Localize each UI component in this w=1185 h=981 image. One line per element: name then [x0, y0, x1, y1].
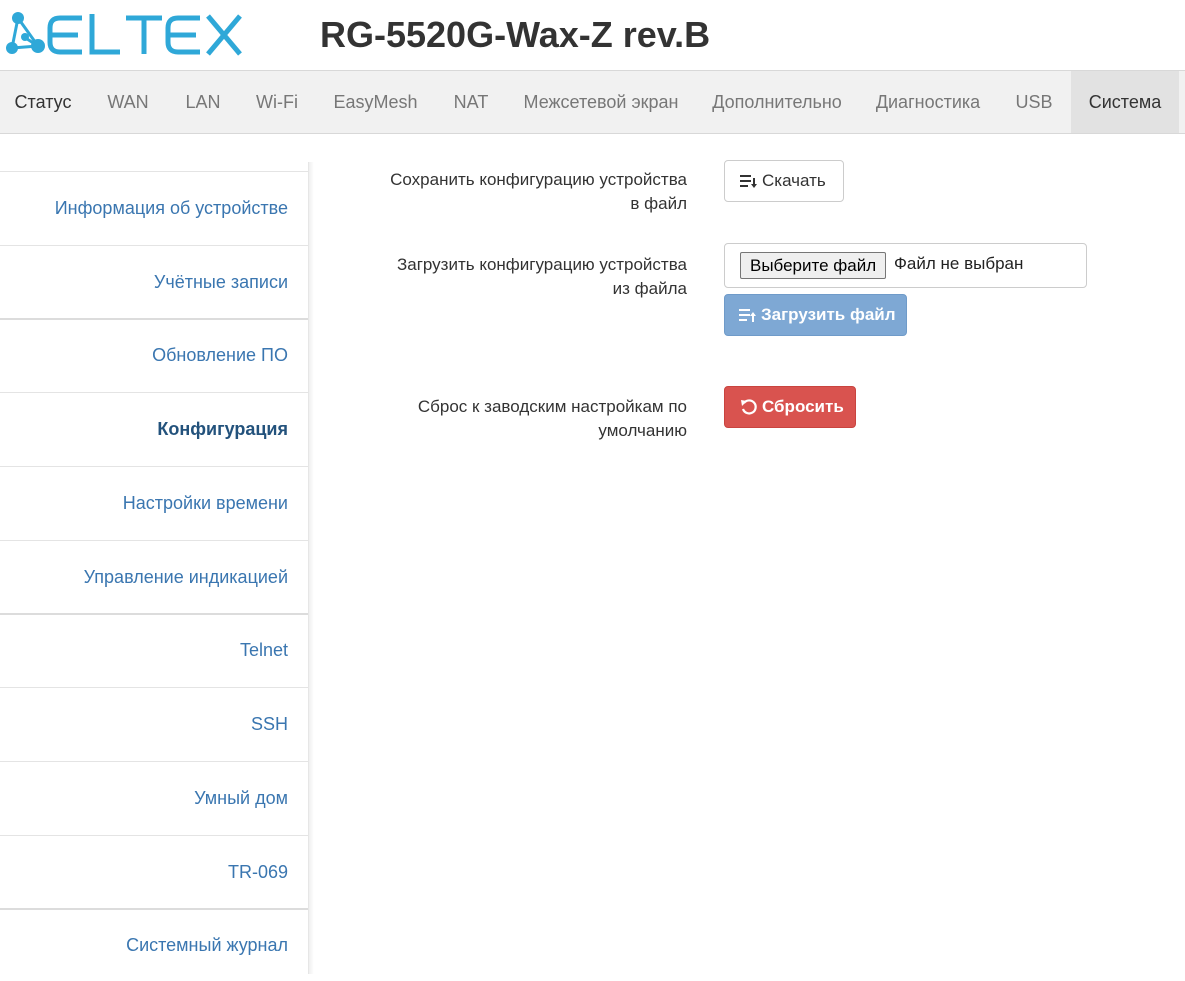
factory-reset-label-line2: умолчанию [598, 421, 687, 440]
save-config-label-line2: в файл [630, 194, 687, 213]
tab-wifi[interactable]: Wi-Fi [239, 71, 315, 133]
list-download-icon [740, 173, 758, 189]
file-input[interactable]: Выберите файл Файл не выбран [724, 243, 1087, 288]
sidebar-item-label: Умный дом [194, 787, 288, 808]
sidebar: Информация об устройстве Учётные записи … [0, 162, 309, 974]
sidebar-item-device-info[interactable]: Информация об устройстве [0, 171, 308, 244]
sidebar-item-label: Системный журнал [126, 935, 288, 955]
device-model-title: RG-5520G-Wax-Z rev.B [320, 14, 711, 55]
sidebar-item-tr069[interactable]: TR-069 [0, 835, 308, 908]
save-config-label: Сохранить конфигурацию устройства в файл [357, 168, 687, 216]
load-config-label: Загрузить конфигурацию устройства из фай… [357, 253, 687, 301]
factory-reset-button-label: Сбросить [762, 397, 844, 416]
sidebar-item-telnet[interactable]: Telnet [0, 613, 308, 686]
sidebar-item-label: Конфигурация [157, 418, 288, 439]
sidebar-item-smart-home[interactable]: Умный дом [0, 761, 308, 834]
load-config-label-line1: Загрузить конфигурацию устройства [396, 255, 687, 274]
sidebar-item-label: Учётные записи [153, 271, 288, 292]
sidebar-item-configuration[interactable]: Конфигурация [0, 392, 308, 465]
download-button-label: Скачать [762, 171, 826, 190]
sidebar-item-ssh[interactable]: SSH [0, 687, 308, 760]
sidebar-item-time-settings[interactable]: Настройки времени [0, 466, 308, 539]
sidebar-item-led-control[interactable]: Управление индикацией [0, 540, 308, 613]
tab-system[interactable]: Система [1071, 71, 1179, 133]
tab-status[interactable]: Статус [0, 71, 86, 133]
top-navigation: Статус WAN LAN Wi-Fi EasyMesh NAT Межсет… [0, 70, 1185, 134]
factory-reset-label-line1: Сброс к заводским настройкам по [417, 397, 687, 416]
factory-reset-label: Сброс к заводским настройкам по умолчани… [357, 395, 687, 443]
eltex-logo[interactable] [4, 6, 244, 60]
sidebar-item-label: SSH [250, 713, 288, 734]
tab-lan[interactable]: LAN [167, 71, 239, 133]
tab-diagnostics[interactable]: Диагностика [858, 71, 998, 133]
download-button[interactable]: Скачать [724, 160, 844, 202]
sidebar-item-label: Управление индикацией [83, 566, 288, 587]
save-config-label-line1: Сохранить конфигурацию устройства [390, 170, 687, 189]
undo-icon [740, 398, 758, 416]
factory-reset-button[interactable]: Сбросить [724, 386, 856, 428]
tab-advanced[interactable]: Дополнительно [696, 71, 858, 133]
tab-easymesh[interactable]: EasyMesh [315, 71, 436, 133]
sidebar-item-system-log[interactable]: Системный журнал [0, 908, 308, 981]
upload-file-button-label: Загрузить файл [761, 305, 896, 324]
load-config-label-line2: из файла [612, 279, 687, 298]
sidebar-item-label: Настройки времени [122, 492, 288, 513]
sidebar-item-label: TR-069 [227, 861, 288, 882]
upload-file-button[interactable]: Загрузить файл [724, 294, 907, 336]
sidebar-item-label: Обновление ПО [152, 345, 288, 365]
tab-wan[interactable]: WAN [89, 71, 167, 133]
tab-firewall[interactable]: Межсетевой экран [506, 71, 696, 133]
sidebar-item-label: Информация об устройстве [54, 197, 288, 218]
tab-usb[interactable]: USB [998, 71, 1070, 133]
choose-file-button[interactable]: Выберите файл [740, 252, 887, 279]
sidebar-item-accounts[interactable]: Учётные записи [0, 245, 308, 318]
file-status-text: Файл не выбран [894, 254, 1024, 273]
sidebar-item-label: Telnet [239, 640, 288, 660]
sidebar-item-firmware-update[interactable]: Обновление ПО [0, 318, 308, 391]
list-upload-icon [739, 307, 757, 323]
header: RG-5520G-Wax-Z rev.B [0, 0, 1185, 70]
tab-nat[interactable]: NAT [436, 71, 506, 133]
